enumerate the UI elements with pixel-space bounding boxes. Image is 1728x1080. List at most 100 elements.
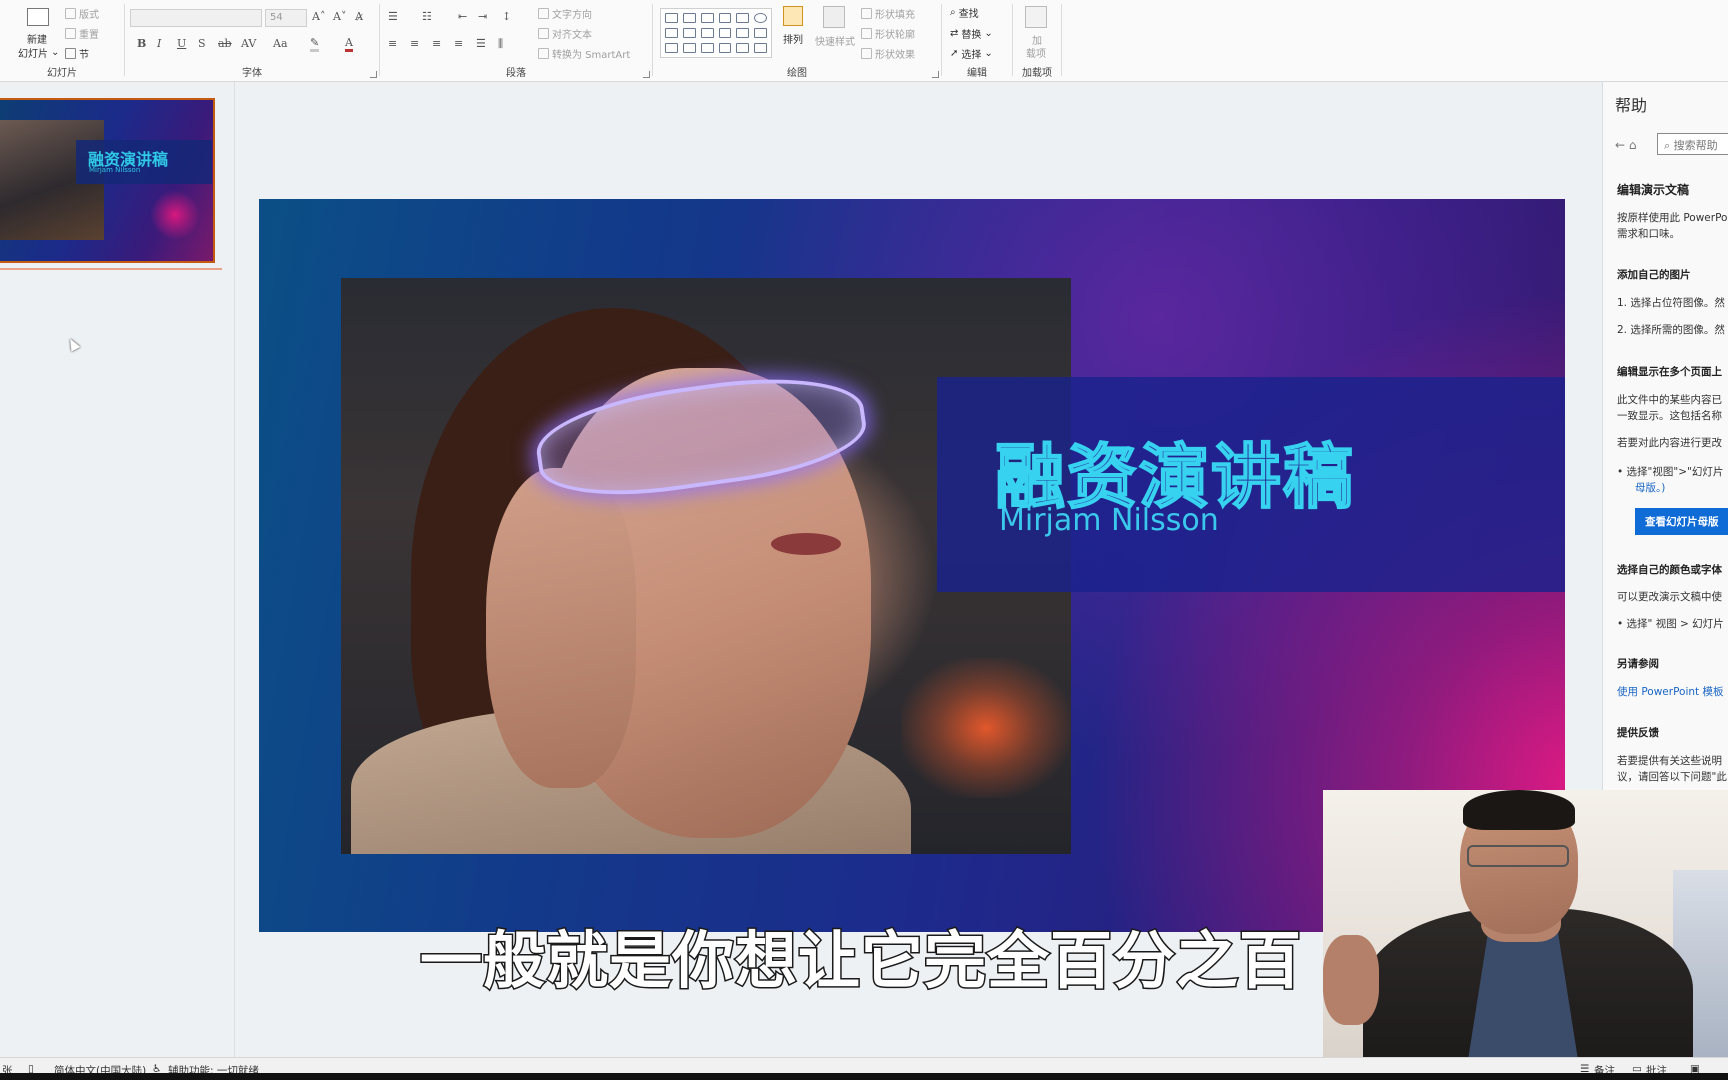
justify-icon[interactable]: ≡: [454, 37, 463, 50]
oval-shape-icon[interactable]: [754, 13, 767, 23]
paragraph-dialog-launcher-icon[interactable]: [643, 71, 650, 78]
columns-icon[interactable]: ⫼: [498, 37, 503, 51]
drawing-dialog-launcher-icon[interactable]: [932, 71, 939, 78]
group-label-editing: 编辑: [967, 68, 987, 79]
convert-smartart-button[interactable]: 转换为 SmartArt: [538, 46, 630, 61]
photo-lips: [771, 533, 841, 555]
back-arrow-icon[interactable]: ←: [1615, 138, 1625, 152]
webcam-overlay: [1323, 790, 1728, 1060]
reset-button[interactable]: 重置: [65, 26, 99, 41]
triangle-shape-icon[interactable]: [682, 28, 696, 38]
right-arrow-shape-icon[interactable]: [736, 28, 750, 38]
line-spacing-icon[interactable]: ↕: [502, 10, 511, 23]
align-left-icon[interactable]: ≡: [388, 37, 397, 50]
clear-format-icon[interactable]: A̷: [355, 10, 363, 23]
addins-button-2[interactable]: 载项: [1026, 45, 1046, 60]
connector-shape-icon[interactable]: [718, 28, 732, 38]
underline-button[interactable]: U: [177, 37, 186, 50]
new-slide-button[interactable]: 新建: [27, 31, 47, 46]
shape-outline-button[interactable]: 形状轮廓: [861, 26, 915, 41]
brace-shape-icon[interactable]: [736, 43, 750, 53]
help-text: 按原样使用此 PowerPo: [1617, 212, 1728, 224]
find-label: 查找: [958, 9, 979, 20]
font-size-combo[interactable]: 54: [265, 9, 307, 27]
help-text: 议，请回答以下问题"此: [1617, 771, 1727, 783]
rounded-rect-shape-icon[interactable]: [665, 28, 678, 38]
char-spacing-button[interactable]: AV: [241, 37, 256, 50]
ribbon-group-editing: ⌕ 查找 ⇄ 替换 ⌄ ➚ 选择 ⌄ 编辑: [942, 0, 1012, 82]
align-right-icon[interactable]: ≡: [432, 37, 441, 50]
bullets-icon[interactable]: ☰: [388, 10, 398, 23]
align-center-icon[interactable]: ≡: [410, 37, 419, 50]
slide-thumbnail-1[interactable]: 融资演讲稿 Mirjam Nilsson: [0, 98, 215, 263]
shapes-gallery[interactable]: [660, 8, 772, 58]
reset-icon: [65, 28, 76, 39]
help-heading: 编辑演示文稿: [1617, 183, 1690, 197]
text-box-shape-icon[interactable]: [665, 13, 678, 23]
quick-styles-button[interactable]: 快速样式: [815, 33, 855, 48]
quick-styles-label: 快速样式: [815, 37, 855, 48]
font-dialog-launcher-icon[interactable]: [370, 71, 377, 78]
find-button[interactable]: ⌕ 查找: [950, 5, 979, 20]
layout-label: 版式: [79, 10, 99, 21]
help-link[interactable]: 母版。): [1635, 480, 1665, 496]
arrow-line-shape-icon[interactable]: [718, 13, 732, 23]
layout-button[interactable]: 版式: [65, 6, 99, 21]
help-search-input[interactable]: ⌕ 搜索帮助: [1657, 133, 1728, 155]
rectangle-shape-icon[interactable]: [682, 13, 696, 23]
new-slide-dropdown[interactable]: 幻灯片 ⌄: [18, 45, 59, 60]
section-button[interactable]: 节: [65, 46, 89, 61]
arrange-button[interactable]: 排列: [783, 31, 803, 46]
help-text: 一致显示。这包括名称: [1617, 410, 1722, 422]
line-shape-icon[interactable]: [700, 13, 714, 23]
italic-button[interactable]: I: [157, 37, 161, 50]
replace-label: 替换: [961, 30, 982, 41]
bold-button[interactable]: B: [137, 37, 146, 50]
highlight-color-icon[interactable]: ✎: [310, 36, 320, 52]
shrink-font-icon[interactable]: A˅: [333, 10, 346, 23]
view-slide-master-button[interactable]: 查看幻灯片母版: [1635, 508, 1728, 535]
help-step: 2. 选择所需的图像。然: [1617, 324, 1725, 336]
change-case-button[interactable]: Aa: [273, 37, 288, 50]
scribble-shape-icon[interactable]: [700, 43, 714, 53]
curve-shape-icon[interactable]: [682, 43, 696, 53]
text-direction-label: 文字方向: [552, 10, 592, 21]
brace-shape-icon[interactable]: [718, 43, 732, 53]
distributed-icon[interactable]: ☰: [476, 37, 486, 50]
numbering-icon[interactable]: ☷: [422, 10, 432, 23]
strikethrough-button[interactable]: S: [198, 37, 206, 50]
freeform-shape-icon[interactable]: [665, 43, 678, 53]
rectangle-shape-icon[interactable]: [736, 13, 750, 23]
ribbon: 新建 幻灯片 ⌄ 版式 重置 节 幻灯片 54 A˄ A˅ A̷ B I U S …: [0, 0, 1728, 82]
star-shape-icon[interactable]: [754, 43, 767, 53]
help-text: 此文件中的某些内容已: [1617, 394, 1722, 406]
increase-indent-icon[interactable]: ⇥: [478, 10, 487, 23]
help-pane-title: 帮助: [1615, 96, 1648, 115]
down-arrow-shape-icon[interactable]: [754, 28, 767, 38]
home-icon[interactable]: ⌂: [1629, 138, 1637, 152]
help-bullet: • 选择"视图">"幻灯片: [1617, 466, 1724, 478]
shape-fill-button[interactable]: 形状填充: [861, 6, 915, 21]
decrease-indent-icon[interactable]: ⇤: [458, 10, 467, 23]
font-name-combo[interactable]: [130, 9, 262, 27]
section-label: 节: [79, 50, 89, 61]
connector-shape-icon[interactable]: [700, 28, 714, 38]
webcam-hair: [1463, 790, 1575, 830]
select-button[interactable]: ➚ 选择 ⌄: [950, 46, 993, 61]
chevron-down-icon: ⌄: [51, 47, 60, 58]
font-color-icon[interactable]: A: [345, 36, 353, 52]
shadow-button[interactable]: ab: [218, 37, 232, 50]
slide-subtitle[interactable]: Mirjam Nilsson: [999, 503, 1219, 538]
shape-effects-button[interactable]: 形状效果: [861, 46, 915, 61]
shape-effects-icon: [861, 48, 872, 59]
help-templates-link[interactable]: 使用 PowerPoint 模板: [1617, 684, 1724, 700]
grow-font-icon[interactable]: A˄: [312, 10, 325, 23]
replace-button[interactable]: ⇄ 替换 ⌄: [950, 26, 993, 41]
arrange-icon: [783, 6, 803, 26]
align-text-icon: [538, 28, 549, 39]
align-text-button[interactable]: 对齐文本: [538, 26, 592, 41]
smartart-label: 转换为 SmartArt: [552, 50, 631, 61]
text-direction-button[interactable]: 文字方向: [538, 6, 592, 21]
photo-hand: [486, 468, 636, 788]
shape-fill-label: 形状填充: [875, 10, 915, 21]
